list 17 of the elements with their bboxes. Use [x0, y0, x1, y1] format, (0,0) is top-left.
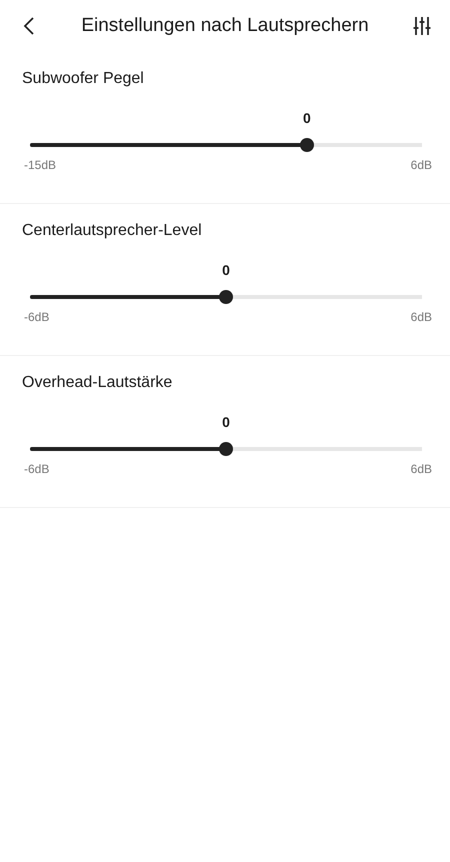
min-label: -6dB: [24, 462, 50, 476]
page-title: Einstellungen nach Lautsprechern: [80, 15, 370, 37]
slider-label: Subwoofer Pegel: [22, 70, 145, 88]
slider-value: 0: [222, 414, 230, 430]
slider-thumb[interactable]: [300, 138, 314, 152]
max-label: 6dB: [410, 310, 432, 324]
sliders-icon[interactable]: [412, 16, 432, 36]
max-label: 6dB: [410, 158, 432, 172]
max-label: 6dB: [410, 462, 432, 476]
min-label: -15dB: [24, 158, 56, 172]
slider-label: Centerlautsprecher-Level: [22, 222, 203, 240]
slider-thumb[interactable]: [219, 290, 233, 304]
slider-value: 0: [222, 262, 230, 278]
min-label: -6dB: [24, 310, 50, 324]
slider-value: 0: [303, 110, 311, 126]
slider-thumb[interactable]: [219, 442, 233, 456]
slider-label: Overhead-Lautstärke: [22, 374, 174, 392]
